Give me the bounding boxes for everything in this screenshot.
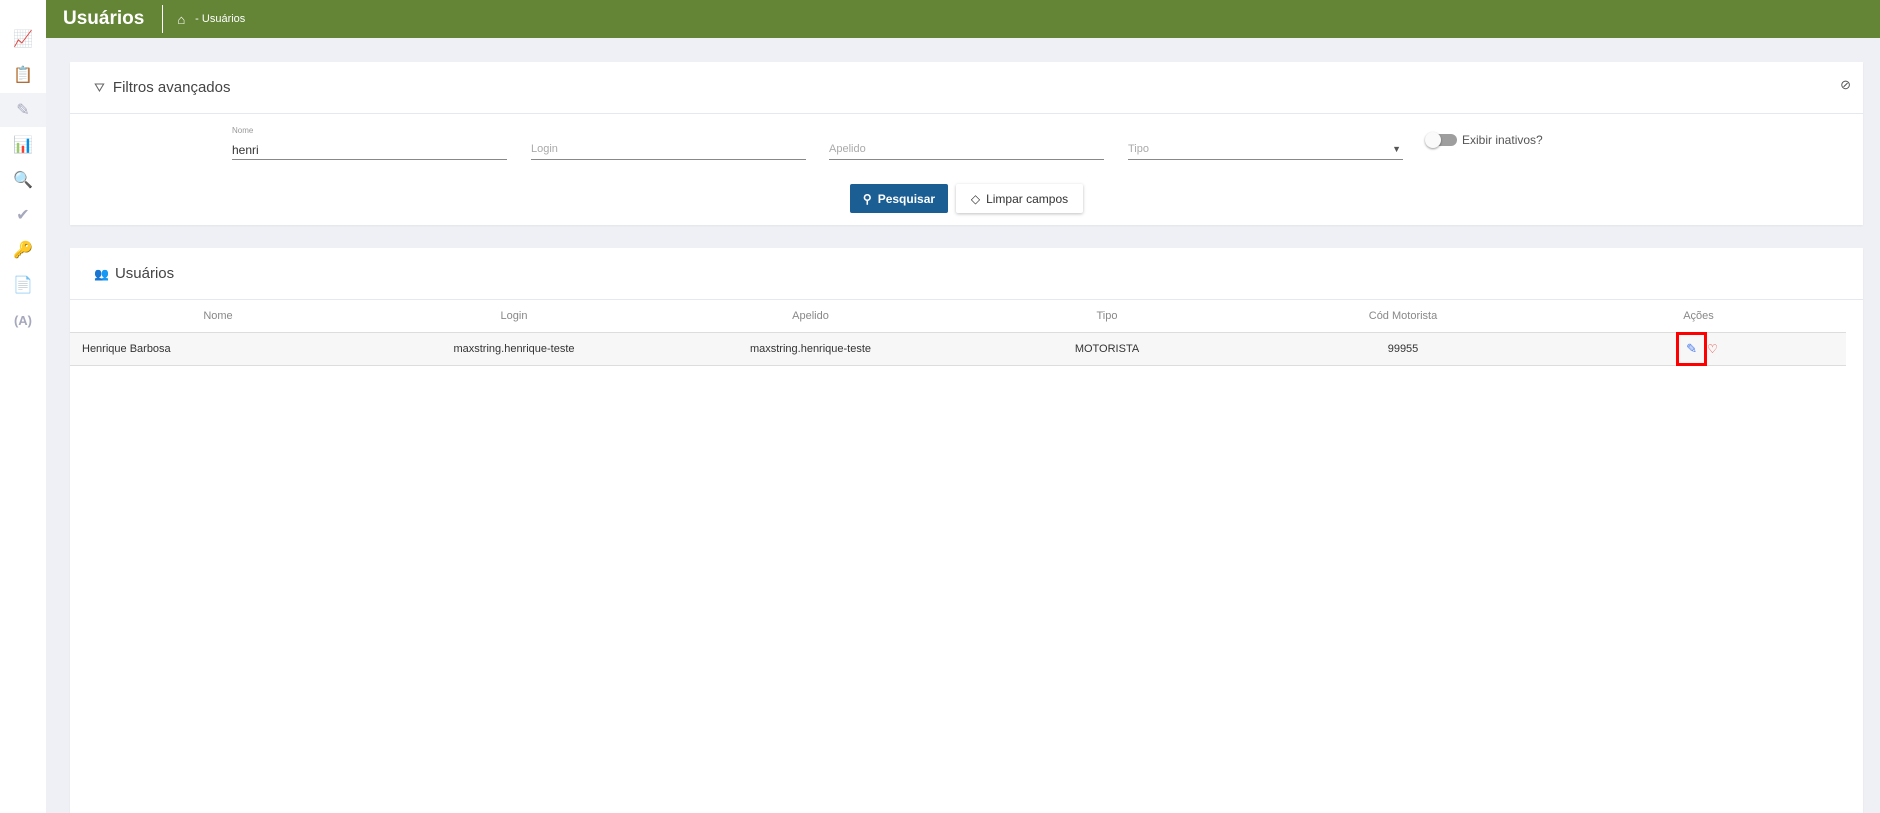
bar-chart-icon[interactable]: 📊 xyxy=(0,128,46,162)
filters-card: ⛛ Filtros avançados ⊘ Nome henri Login A… xyxy=(70,62,1863,225)
users-icon: 👥 xyxy=(94,266,109,281)
login-placeholder: Login xyxy=(531,143,558,155)
hide-filters-icon[interactable]: ⊘ xyxy=(1840,77,1851,93)
document-icon[interactable]: 📄 xyxy=(0,268,46,302)
search-button-label: Pesquisar xyxy=(877,191,936,206)
cell-login: maxstring.henrique-teste xyxy=(366,332,662,366)
filters-title: Filtros avançados xyxy=(112,79,231,96)
login-input[interactable]: Login xyxy=(531,138,806,160)
edit-icon[interactable]: ✎ xyxy=(1676,331,1708,366)
col-cod-motorista[interactable]: Cód Motorista xyxy=(1255,300,1551,333)
search-icon[interactable]: 🔍 xyxy=(0,163,46,197)
breadcrumb[interactable]: - Usuários xyxy=(195,13,245,25)
search-button[interactable]: ⚲ Pesquisar xyxy=(850,184,948,213)
tipo-placeholder: Tipo xyxy=(1128,143,1149,155)
table-row[interactable]: Henrique Barbosa maxstring.henrique-test… xyxy=(70,331,1846,366)
clear-button-label: Limpar campos xyxy=(986,191,1069,206)
dashboard-icon[interactable]: 📈 xyxy=(0,22,46,56)
col-apelido[interactable]: Apelido xyxy=(662,300,959,333)
show-inactive-label: Exibir inativos? xyxy=(1462,133,1543,147)
users-title: Usuários xyxy=(114,265,175,282)
cell-tipo: MOTORISTA xyxy=(959,332,1255,366)
clipboard-icon[interactable]: 📋 xyxy=(0,58,46,92)
sidebar: 📈 📋 ✎ 📊 🔍 ✔ 🔑 📄 (A) xyxy=(0,0,46,813)
col-tipo[interactable]: Tipo xyxy=(959,300,1255,333)
pencil-icon[interactable]: ✎ xyxy=(0,93,46,127)
search-icon: ⚲ xyxy=(862,191,872,206)
double-check-icon[interactable]: ✔ xyxy=(0,198,46,232)
toggle-knob xyxy=(1425,132,1441,148)
col-acoes: Ações xyxy=(1551,300,1846,333)
divider xyxy=(162,5,164,33)
key-icon[interactable]: 🔑 xyxy=(0,233,46,267)
thumbs-down-icon[interactable]: ♡ xyxy=(1707,342,1718,356)
filter-icon: ⛛ xyxy=(94,79,105,95)
page-title: Usuários xyxy=(63,8,145,29)
chevron-down-icon: ▼ xyxy=(1392,144,1401,154)
cell-nome: Henrique Barbosa xyxy=(70,332,366,366)
tipo-select[interactable]: Tipo ▼ xyxy=(1128,138,1403,160)
cell-apelido: maxstring.henrique-teste xyxy=(662,332,959,366)
users-table: Nome Login Apelido Tipo Cód Motorista Aç… xyxy=(70,300,1846,366)
apelido-input[interactable]: Apelido xyxy=(829,138,1104,160)
nome-input[interactable]: Nome henri xyxy=(232,126,507,160)
nome-label: Nome xyxy=(232,126,254,135)
cell-actions: ✎ ♡ xyxy=(1551,331,1846,366)
col-nome[interactable]: Nome xyxy=(70,300,366,333)
eraser-icon: ◇ xyxy=(970,191,981,206)
cell-cod-motorista: 99955 xyxy=(1255,332,1551,366)
show-inactive-toggle[interactable] xyxy=(1425,132,1457,148)
clear-fields-button[interactable]: ◇ Limpar campos xyxy=(956,184,1083,213)
col-login[interactable]: Login xyxy=(366,300,662,333)
table-header: Nome Login Apelido Tipo Cód Motorista Aç… xyxy=(70,300,1846,333)
apelido-placeholder: Apelido xyxy=(829,143,866,155)
top-bar: Usuários ⌂ - Usuários xyxy=(46,0,1880,38)
nome-value: henri xyxy=(232,143,259,157)
home-icon[interactable]: ⌂ xyxy=(177,12,185,27)
antenna-icon[interactable]: (A) xyxy=(0,303,46,337)
users-card: 👥 Usuários Nome Login Apelido Tipo Cód M… xyxy=(70,248,1863,813)
